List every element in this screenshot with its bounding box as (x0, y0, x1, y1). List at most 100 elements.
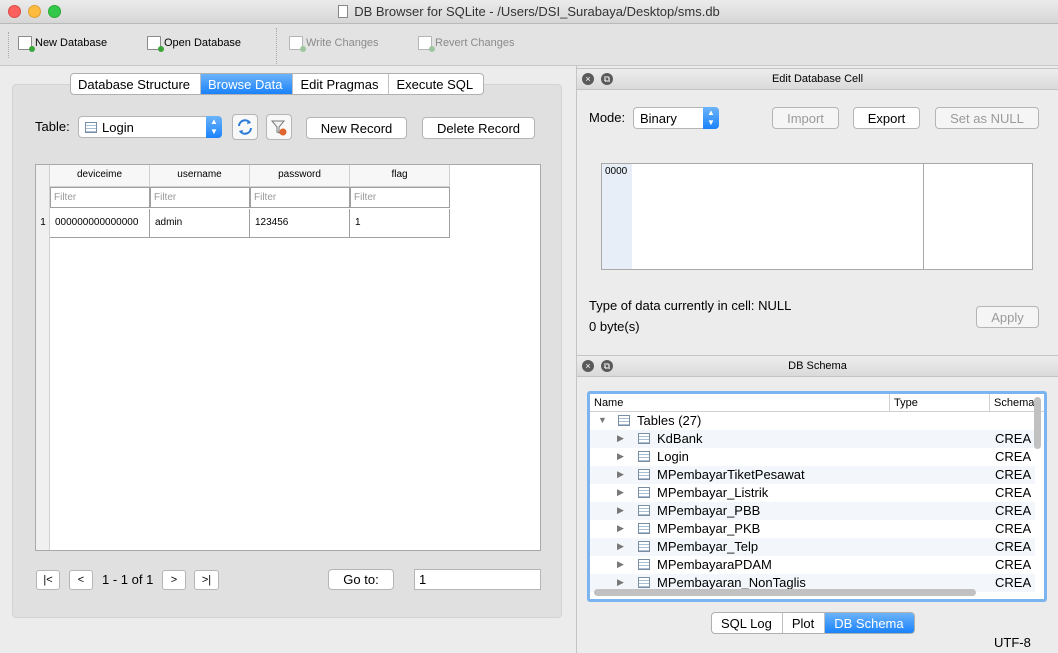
last-page-button[interactable]: >| (194, 570, 219, 590)
revert-changes-button[interactable]: Revert Changes (418, 36, 515, 52)
chevron-updown-icon: ▲ ▼ (703, 107, 719, 129)
tree-item[interactable]: ▶ MPembayar_PBB CREA (590, 502, 1035, 520)
table-cell[interactable]: admin (150, 209, 250, 238)
tree-item-schema: CREA (995, 557, 1032, 572)
edit-cell-title: Edit Database Cell (771, 73, 864, 85)
filter-deviceime[interactable]: Filter (50, 187, 150, 208)
tree-group-tables[interactable]: ▼ Tables (27) (590, 412, 1035, 430)
refresh-icon (238, 119, 252, 135)
collapsed-triangle-icon[interactable]: ▶ (617, 469, 624, 480)
table-select[interactable]: Login ▲ ▼ (78, 116, 222, 138)
tab-execute-sql[interactable]: Execute SQL (389, 74, 483, 94)
edit-cell-dock-title: × ⧉ Edit Database Cell (577, 68, 1058, 90)
collapsed-triangle-icon[interactable]: ▶ (617, 451, 624, 462)
db-schema-dock-title: × ⧉ DB Schema (577, 355, 1058, 377)
hex-address: 0000 (602, 164, 632, 269)
table-cell[interactable]: 1 (350, 209, 450, 238)
open-database-button[interactable]: Open Database (147, 36, 241, 52)
tab-plot[interactable]: Plot (783, 613, 826, 633)
next-page-button[interactable]: > (162, 570, 186, 590)
tree-item[interactable]: ▶ Login CREA (590, 448, 1035, 466)
schema-header-name[interactable]: Name (590, 394, 890, 412)
toolbar-grip (8, 32, 10, 58)
title-bar: DB Browser for SQLite - /Users/DSI_Surab… (0, 0, 1058, 24)
column-header-deviceime[interactable]: deviceime (50, 165, 150, 187)
tree-item-schema: CREA (995, 539, 1032, 554)
first-page-button[interactable]: |< (36, 570, 60, 590)
tree-item[interactable]: ▶ MPembayar_Listrik CREA (590, 484, 1035, 502)
main-toolbar: New Database Open Database Write Changes… (0, 24, 1058, 66)
table-icon (638, 505, 650, 516)
tree-item-name: MPembayarTiketPesawat (657, 467, 805, 482)
row-number[interactable]: 1 (36, 209, 50, 238)
import-button[interactable]: Import (772, 107, 839, 129)
filter-clear-icon (270, 120, 287, 136)
set-as-null-button[interactable]: Set as NULL (935, 107, 1039, 129)
tree-item[interactable]: ▶ MPembayar_Telp CREA (590, 538, 1035, 556)
cell-type-info: Type of data currently in cell: NULL (589, 298, 792, 313)
table-cell[interactable]: 000000000000000 (50, 209, 150, 238)
tab-edit-pragmas[interactable]: Edit Pragmas (293, 74, 390, 94)
filter-password[interactable]: Filter (250, 187, 350, 208)
delete-record-button[interactable]: Delete Record (422, 117, 535, 139)
tree-item[interactable]: ▶ MPembayaraPDAM CREA (590, 556, 1035, 574)
tree-item[interactable]: ▶ MPembayar_PKB CREA (590, 520, 1035, 538)
table-icon (638, 577, 650, 588)
hex-editor[interactable]: 0000 (601, 163, 1033, 270)
tab-browse-data[interactable]: Browse Data (201, 74, 294, 94)
collapsed-triangle-icon[interactable]: ▶ (617, 541, 624, 552)
collapsed-triangle-icon[interactable]: ▶ (617, 505, 624, 516)
table-cell[interactable]: 123456 (250, 209, 350, 238)
document-icon (338, 5, 349, 18)
export-button[interactable]: Export (853, 107, 920, 129)
refresh-button[interactable] (232, 114, 258, 140)
vertical-scrollbar[interactable] (1034, 397, 1041, 449)
go-to-button[interactable]: Go to: (328, 569, 394, 590)
column-header-password[interactable]: password (250, 165, 350, 187)
new-database-icon (18, 36, 35, 52)
new-database-button[interactable]: New Database (18, 36, 107, 52)
float-dock-icon[interactable]: ⧉ (601, 73, 613, 85)
mode-select[interactable]: Binary ▲ ▼ (633, 107, 719, 129)
float-dock-icon[interactable]: ⧉ (601, 360, 613, 372)
collapsed-triangle-icon[interactable]: ▶ (617, 559, 624, 570)
tree-item[interactable]: ▶ KdBank CREA (590, 430, 1035, 448)
tree-item-name: MPembayar_Telp (657, 539, 759, 554)
mode-label: Mode: (589, 110, 626, 125)
main-tabs: Database Structure Browse Data Edit Prag… (70, 73, 485, 95)
collapsed-triangle-icon[interactable]: ▶ (617, 577, 624, 588)
table-icon (638, 523, 650, 534)
write-changes-button[interactable]: Write Changes (289, 36, 379, 52)
apply-button[interactable]: Apply (976, 306, 1039, 328)
collapsed-triangle-icon[interactable]: ▶ (617, 487, 624, 498)
toolbar-separator (276, 28, 277, 64)
column-header-flag[interactable]: flag (350, 165, 450, 187)
clear-filters-button[interactable] (266, 114, 292, 140)
tab-sql-log[interactable]: SQL Log (712, 613, 783, 633)
expanded-triangle-icon[interactable]: ▼ (598, 415, 607, 425)
schema-tree: Name Type Schema ▼ Tables (27) ▶ KdBank … (587, 391, 1047, 602)
collapsed-triangle-icon[interactable]: ▶ (617, 433, 624, 444)
tree-item-schema: CREA (995, 575, 1032, 590)
tree-group-label: Tables (27) (637, 413, 702, 428)
mode-select-value: Binary (640, 111, 677, 126)
tab-database-structure[interactable]: Database Structure (71, 74, 202, 94)
close-dock-icon[interactable]: × (582, 360, 594, 372)
go-to-input[interactable]: 1 (414, 569, 541, 590)
table-select-value: Login (102, 120, 134, 135)
tree-item-name: MPembayar_PBB (657, 503, 761, 518)
tree-item[interactable]: ▶ MPembayarTiketPesawat CREA (590, 466, 1035, 484)
collapsed-triangle-icon[interactable]: ▶ (617, 523, 624, 534)
write-changes-label: Write Changes (306, 37, 379, 49)
close-dock-icon[interactable]: × (582, 73, 594, 85)
prev-page-button[interactable]: < (69, 570, 93, 590)
tree-item-name: KdBank (657, 431, 703, 446)
filter-flag[interactable]: Filter (350, 187, 450, 208)
horizontal-scrollbar[interactable] (594, 589, 976, 596)
filter-username[interactable]: Filter (150, 187, 250, 208)
new-record-button[interactable]: New Record (306, 117, 407, 139)
column-header-username[interactable]: username (150, 165, 250, 187)
tab-db-schema[interactable]: DB Schema (825, 613, 914, 633)
schema-header-type[interactable]: Type (890, 394, 990, 412)
hex-ascii-separator (923, 164, 924, 269)
